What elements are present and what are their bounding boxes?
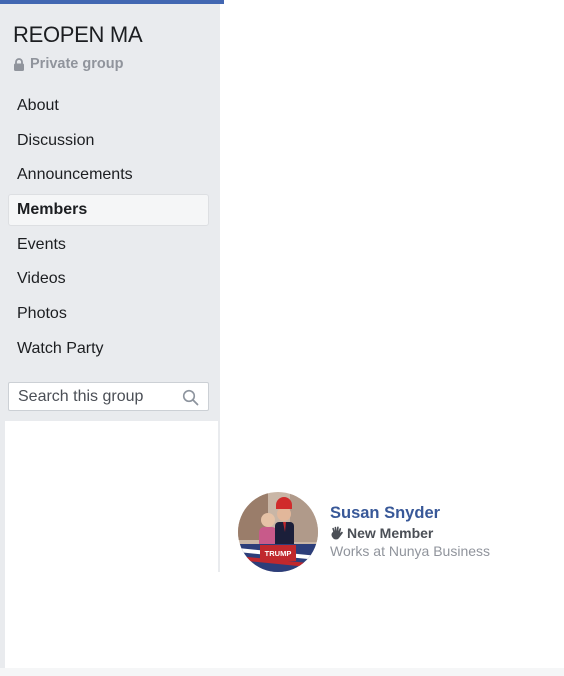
privacy-label: Private group [13, 56, 123, 72]
nav-item-announcements[interactable]: Announcements [8, 159, 209, 191]
waving-hand-icon [331, 526, 343, 540]
sidebar-panel [5, 421, 218, 572]
badge-text: New Member [347, 525, 434, 541]
group-nav: About Discussion Announcements Members E… [8, 90, 209, 368]
nav-item-photos[interactable]: Photos [8, 298, 209, 330]
member-work-info: Works at Nunya Business [330, 543, 491, 559]
privacy-text: Private group [30, 56, 124, 72]
avatar[interactable]: TRUMP [238, 492, 318, 572]
nav-item-watch-party[interactable]: Watch Party [8, 333, 209, 365]
nav-item-events[interactable]: Events [8, 229, 209, 261]
member-name-link[interactable]: Susan Snyder [330, 504, 440, 523]
new-member-badge: New Member [330, 525, 433, 541]
search-input[interactable] [18, 386, 178, 408]
avatar-sign-text: TRUMP [265, 549, 292, 558]
search-icon[interactable] [182, 389, 199, 406]
lock-icon [14, 57, 24, 71]
nav-item-discussion[interactable]: Discussion [8, 125, 209, 157]
nav-item-about[interactable]: About [8, 90, 209, 122]
group-title[interactable]: REOPEN MA [13, 22, 143, 48]
group-search-box [8, 382, 209, 411]
left-edge-strip [0, 572, 5, 668]
bottom-edge-strip [0, 668, 564, 676]
nav-item-videos[interactable]: Videos [8, 263, 209, 295]
nav-item-members[interactable]: Members [8, 194, 209, 227]
